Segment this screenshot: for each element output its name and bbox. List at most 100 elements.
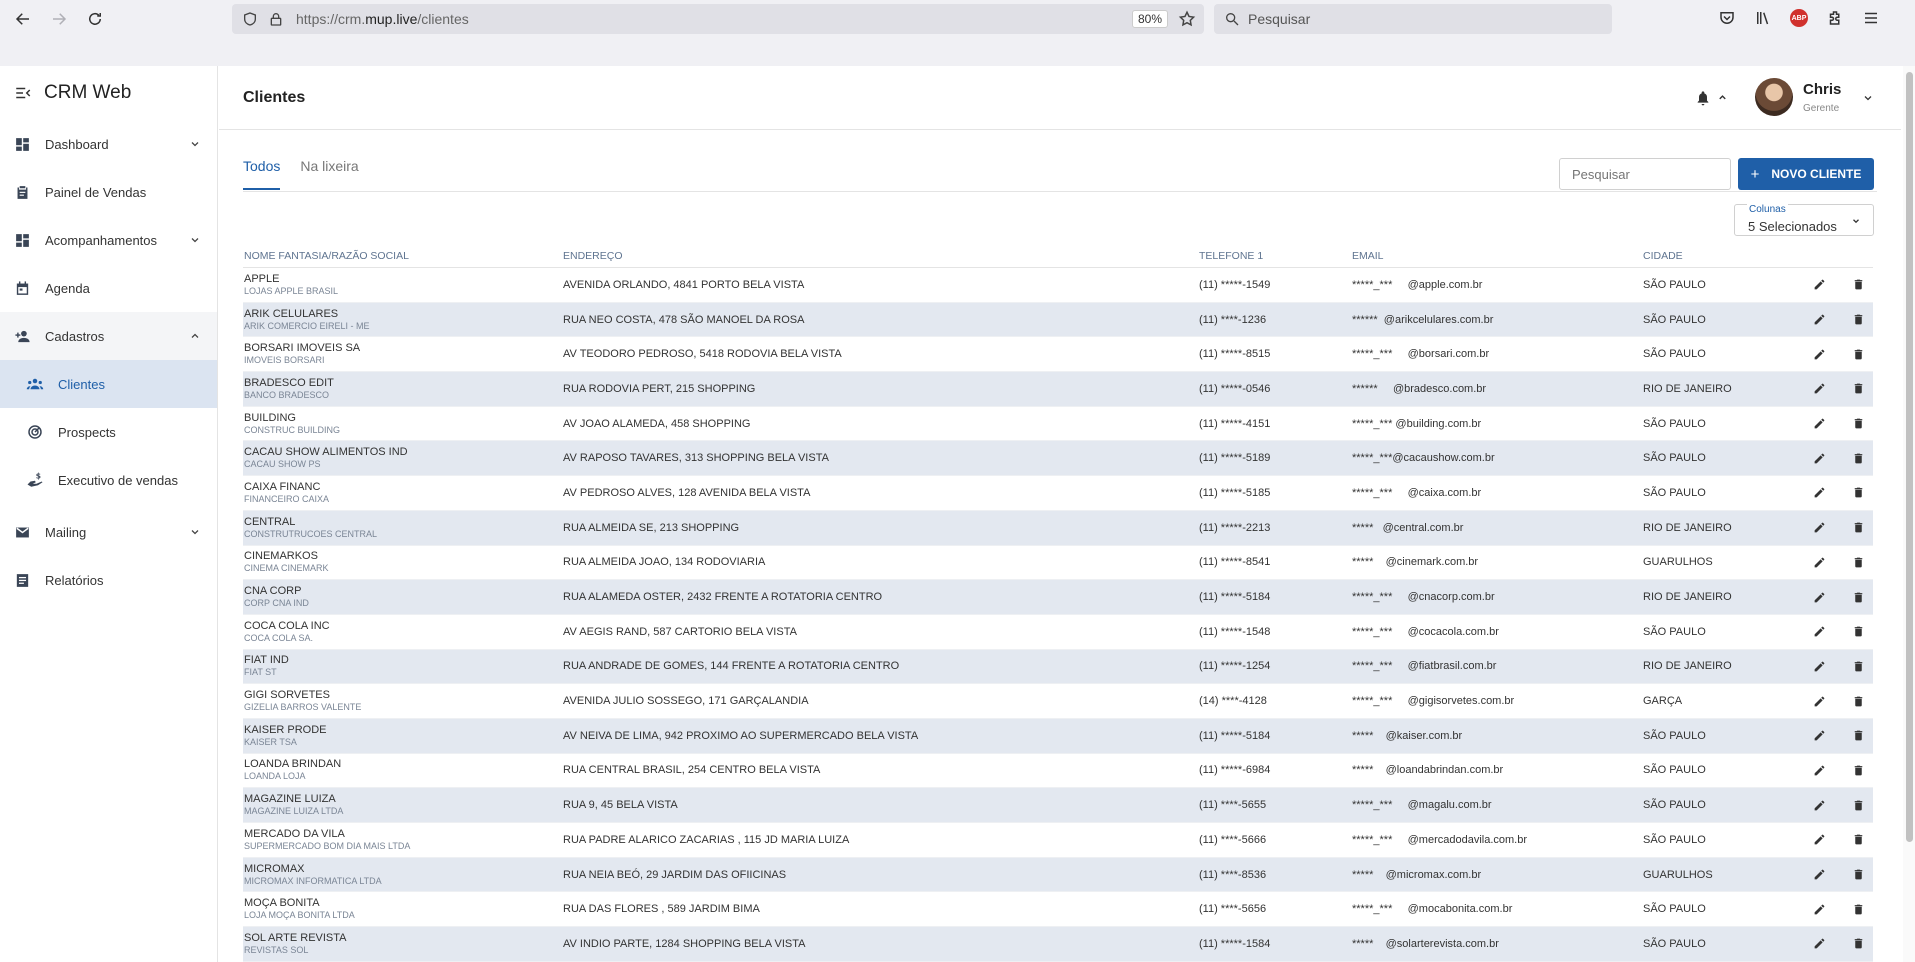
sidebar-item-relatorios[interactable]: Relatórios [0,556,217,604]
delete-icon[interactable] [1852,591,1865,604]
table-row[interactable]: CACAU SHOW ALIMENTOS IND CACAU SHOW PS AV … [243,441,1873,477]
edit-icon[interactable] [1813,591,1826,604]
address-bar[interactable]: https://crm.mup.live/clientes 80% [232,4,1204,34]
table-row[interactable]: LOANDA BRINDAN LOANDA LOJA RUA CENTRAL BRA… [243,754,1873,789]
table-row[interactable]: BRADESCO EDIT BANCO BRADESCO RUA RODOVIA P… [243,372,1873,407]
edit-icon[interactable] [1813,313,1826,326]
edit-icon[interactable] [1813,660,1826,673]
delete-icon[interactable] [1852,799,1865,812]
edit-icon[interactable] [1813,764,1826,777]
new-client-button[interactable]: + NOVO CLIENTE [1738,158,1874,190]
adblock-icon[interactable]: ABP [1789,8,1809,28]
sidebar-item-prospects[interactable]: Prospects [0,408,217,456]
table-row[interactable]: BORSARI IMOVEIS SA IMOVEIS BORSARI AV TEOD… [243,337,1873,373]
table-row[interactable]: MOÇA BONITA LOJA MOÇA BONITA LTDA RUA DAS … [243,892,1873,928]
table-row[interactable]: COCA COLA INC COCA COLA SA. AV AEGIS RAND,… [243,615,1873,650]
page-scrollbar[interactable] [1903,66,1915,962]
sidebar-item-mailing[interactable]: Mailing [0,508,217,556]
table-row[interactable]: BUILDING CONSTRUC BUILDING AV JOAO ALAMEDA… [243,407,1873,442]
table-row[interactable]: CENTRAL CONSTRUTRUCOES CENTRAL RUA ALMEIDA… [243,510,1873,546]
edit-icon[interactable] [1813,868,1826,881]
column-header-city[interactable]: CIDADE [1643,250,1803,262]
extensions-icon[interactable] [1825,8,1845,28]
table-row[interactable]: CNA CORP CORP CNA IND RUA ALAMEDA OSTER, 2… [243,580,1873,615]
delete-icon[interactable] [1852,348,1865,361]
delete-icon[interactable] [1852,486,1865,499]
edit-icon[interactable] [1813,729,1826,742]
table-row[interactable]: MERCADO DA VILA SUPERMERCADO BOM DIA MAIS… [243,823,1873,858]
edit-icon[interactable] [1813,452,1826,465]
table-row[interactable]: MAGAZINE LUIZA MAGAZINE LUIZA LTDA RUA 9, … [243,788,1873,823]
edit-icon[interactable] [1813,486,1826,499]
sidebar-item-dashboard[interactable]: Dashboard [0,120,217,168]
scrollbar-thumb[interactable] [1906,72,1913,842]
delete-icon[interactable] [1852,764,1865,777]
column-header-name[interactable]: NOME FANTASIA/RAZÃO SOCIAL [243,250,563,262]
zoom-level[interactable]: 80% [1131,10,1168,28]
chevron-up-icon[interactable] [1717,92,1728,103]
sidebar-item-cadastros[interactable]: Cadastros [0,312,217,360]
edit-icon[interactable] [1813,799,1826,812]
browser-search[interactable]: Pesquisar [1214,4,1612,34]
table-row[interactable]: APPLE LOJAS APPLE BRASIL AVENIDA ORLANDO, … [243,268,1873,303]
column-header-address[interactable]: ENDEREÇO [563,250,1199,262]
column-header-phone[interactable]: TELEFONE 1 [1199,250,1352,262]
delete-icon[interactable] [1852,417,1865,430]
delete-icon[interactable] [1852,556,1865,569]
sidebar-item-executivo-de-vendas[interactable]: $ Executivo de vendas [0,456,217,504]
sidebar-item-painel-de-vendas[interactable]: Painel de Vendas [0,168,217,216]
pocket-icon[interactable] [1717,8,1737,28]
menu-icon[interactable] [1861,8,1881,28]
delete-icon[interactable] [1852,937,1865,950]
table-row[interactable]: MICROMAX MICROMAX INFORMATICA LTDA RUA NEI… [243,857,1873,893]
delete-icon[interactable] [1852,452,1865,465]
tab-todos[interactable]: Todos [243,158,281,190]
library-icon[interactable] [1753,8,1773,28]
edit-icon[interactable] [1813,521,1826,534]
table-row[interactable]: CAIXA FINANC FINANCEIRO CAIXA AV PEDROSO A… [243,476,1873,511]
delete-icon[interactable] [1852,833,1865,846]
delete-icon[interactable] [1852,521,1865,534]
delete-icon[interactable] [1852,278,1865,291]
delete-icon[interactable] [1852,903,1865,916]
edit-icon[interactable] [1813,382,1826,395]
delete-icon[interactable] [1852,382,1865,395]
delete-icon[interactable] [1852,729,1865,742]
table-row[interactable]: ARIK CELULARES ARIK COMERCIO EIRELI - ME R… [243,302,1873,338]
sidebar-item-clientes[interactable]: Clientes [0,360,217,408]
search-input[interactable] [1559,158,1731,190]
edit-icon[interactable] [1813,833,1826,846]
edit-icon[interactable] [1813,278,1826,291]
client-name: CACAU SHOW ALIMENTOS IND [244,446,408,459]
edit-icon[interactable] [1813,417,1826,430]
bell-icon[interactable] [1695,90,1711,106]
columns-select[interactable]: Colunas 5 Selecionados [1734,204,1874,236]
table-row[interactable]: KAISER PRODE KAISER TSA AV NEIVA DE LIMA, … [243,718,1873,754]
edit-icon[interactable] [1813,556,1826,569]
table-row[interactable]: CINEMARKOS CINEMA CINEMARK RUA ALMEIDA JOA… [243,546,1873,581]
edit-icon[interactable] [1813,625,1826,638]
delete-icon[interactable] [1852,625,1865,638]
column-header-email[interactable]: EMAIL [1352,250,1643,262]
tab-na-lixeira[interactable]: Na lixeira [300,158,358,190]
collapse-menu-icon[interactable] [14,84,32,102]
delete-icon[interactable] [1852,660,1865,673]
delete-icon[interactable] [1852,313,1865,326]
forward-icon[interactable] [46,6,72,32]
edit-icon[interactable] [1813,937,1826,950]
bookmark-star-icon[interactable] [1178,10,1196,28]
back-icon[interactable] [10,6,36,32]
sidebar-item-acompanhamentos[interactable]: Acompanhamentos [0,216,217,264]
edit-icon[interactable] [1813,903,1826,916]
delete-icon[interactable] [1852,868,1865,881]
edit-icon[interactable] [1813,348,1826,361]
avatar[interactable] [1755,78,1793,116]
reload-icon[interactable] [82,6,108,32]
edit-icon[interactable] [1813,695,1826,708]
table-row[interactable]: GIGI SORVETES GIZELIA BARROS VALENTE AVENI… [243,684,1873,719]
table-row[interactable]: SOL ARTE REVISTA REVISTAS SOL AV INDIO PAR… [243,927,1873,962]
table-row[interactable]: FIAT IND FIAT ST RUA ANDRADE DE GOMES, 144… [243,649,1873,685]
sidebar-item-agenda[interactable]: Agenda [0,264,217,312]
chevron-down-icon[interactable] [1862,92,1874,104]
delete-icon[interactable] [1852,695,1865,708]
